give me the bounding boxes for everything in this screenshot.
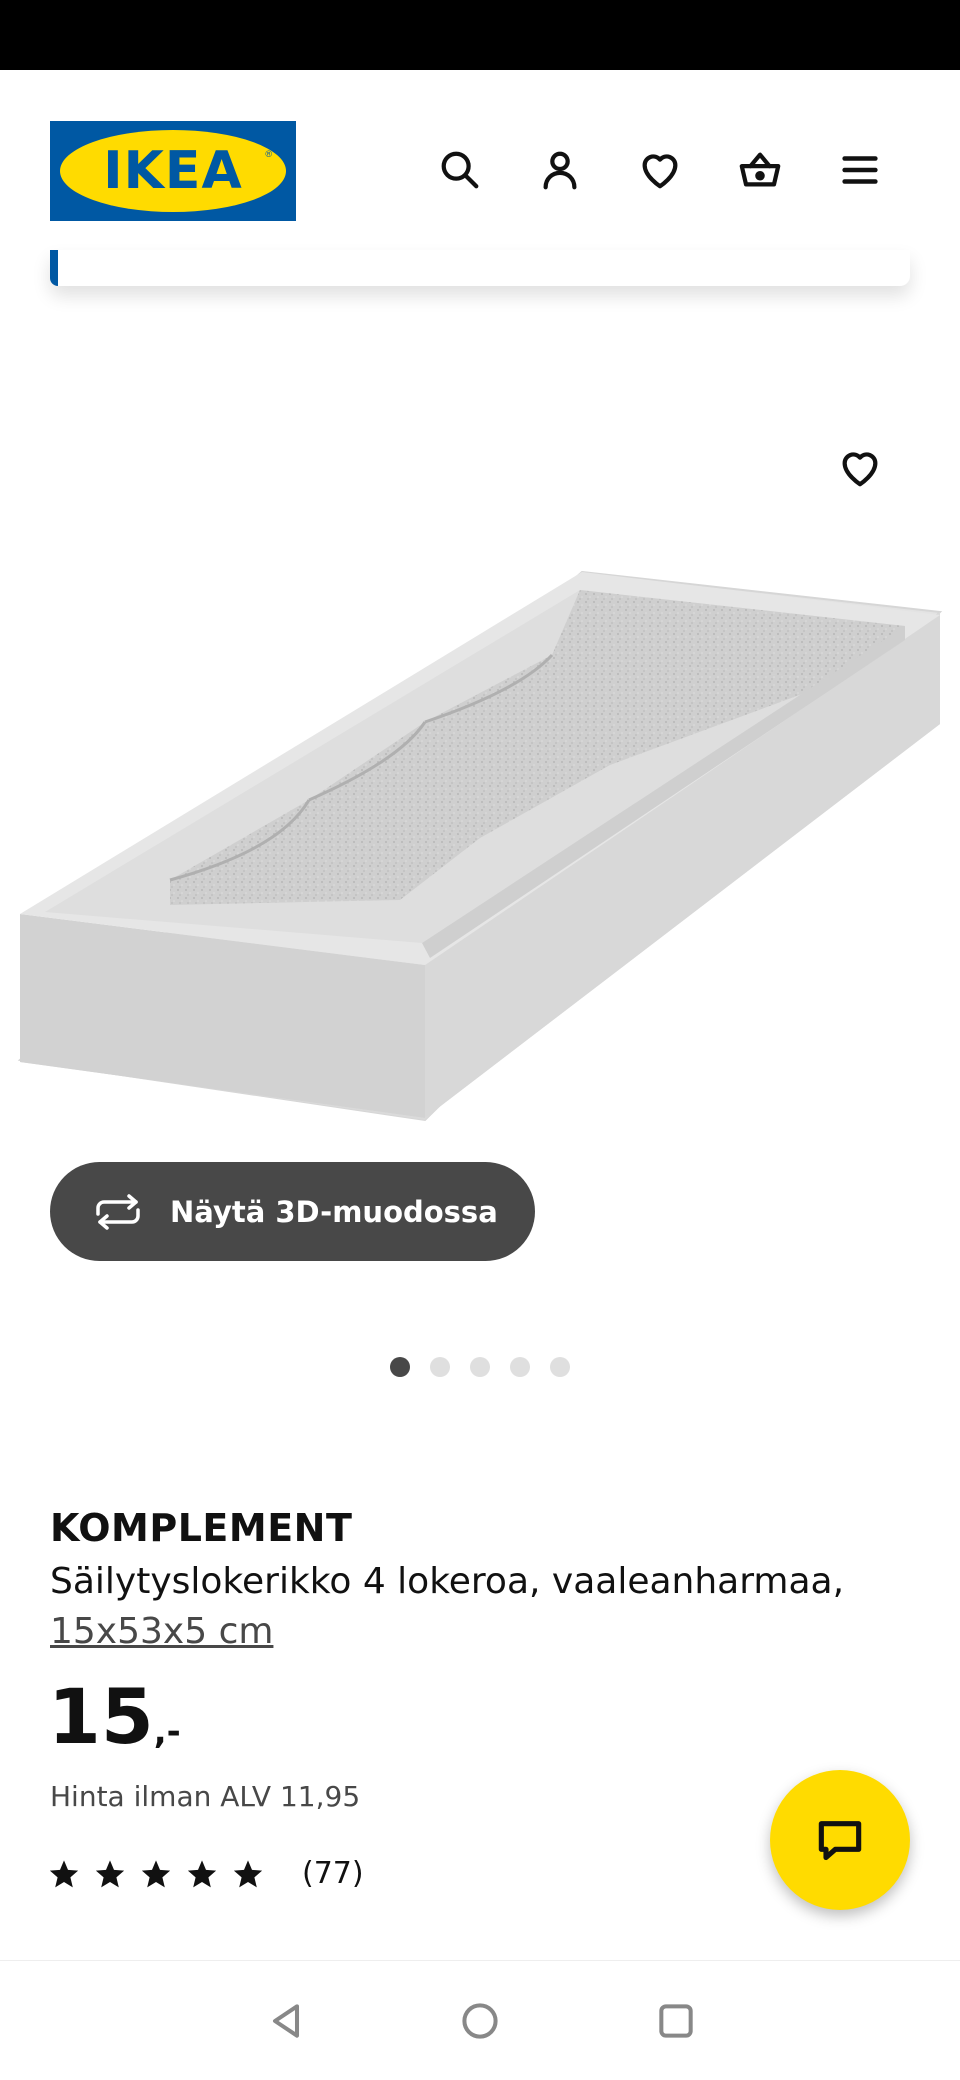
price-main: 15 <box>48 1672 154 1761</box>
system-nav-bar <box>0 1960 960 2080</box>
image-pagination <box>390 1357 570 1377</box>
star-icon <box>187 1859 217 1887</box>
search-bar-edge <box>50 250 910 286</box>
status-bar <box>0 0 960 70</box>
pagination-dot-5[interactable] <box>550 1357 570 1377</box>
nav-back-icon[interactable] <box>256 1991 316 2051</box>
chat-button[interactable] <box>770 1770 910 1910</box>
product-size-link[interactable]: 15x53x5 cm <box>50 1611 273 1652</box>
star-icon <box>141 1859 171 1887</box>
pagination-dot-2[interactable] <box>430 1357 450 1377</box>
star-icon <box>95 1859 125 1887</box>
logo-registered-mark: ® <box>265 149 272 159</box>
nav-recents-icon[interactable] <box>646 1991 706 2051</box>
rotate-3d-icon <box>96 1193 140 1230</box>
favorite-product-icon[interactable] <box>830 440 890 496</box>
ikea-logo[interactable]: IKEA ® <box>50 121 296 221</box>
product-description-text: Säilytyslokerikko 4 lokeroa, vaaleanharm… <box>50 1561 845 1602</box>
logo-text: IKEA <box>103 141 243 201</box>
menu-icon[interactable] <box>832 142 888 198</box>
search-bar-accent <box>50 250 58 286</box>
logo-oval: IKEA <box>60 130 286 212</box>
product-brand: KOMPLEMENT <box>50 1506 353 1550</box>
search-icon[interactable] <box>432 142 488 198</box>
star-icon <box>233 1859 263 1887</box>
user-icon[interactable] <box>532 142 588 198</box>
basket-icon[interactable] <box>732 142 788 198</box>
price-without-vat: Hinta ilman ALV 11,95 <box>50 1780 361 1813</box>
star-icon <box>49 1859 79 1887</box>
header: IKEA ® <box>0 70 960 270</box>
pagination-dot-1[interactable] <box>390 1357 410 1377</box>
pagination-dot-3[interactable] <box>470 1357 490 1377</box>
heart-icon[interactable] <box>632 142 688 198</box>
nav-home-icon[interactable] <box>450 1991 510 2051</box>
product-image[interactable] <box>0 400 960 1200</box>
chat-icon <box>818 1821 862 1861</box>
pagination-dot-4[interactable] <box>510 1357 530 1377</box>
product-description: Säilytyslokerikko 4 lokeroa, vaaleanharm… <box>50 1557 910 1657</box>
view-3d-label: Näytä 3D-muodossa <box>170 1194 498 1229</box>
product-rating[interactable]: (77) <box>48 1856 364 1891</box>
product-price: 15,- <box>48 1672 181 1777</box>
rating-count: (77) <box>302 1856 364 1891</box>
rating-stars <box>48 1858 264 1890</box>
view-3d-button[interactable]: Näytä 3D-muodossa <box>50 1162 535 1261</box>
price-suffix: ,- <box>153 1712 181 1752</box>
